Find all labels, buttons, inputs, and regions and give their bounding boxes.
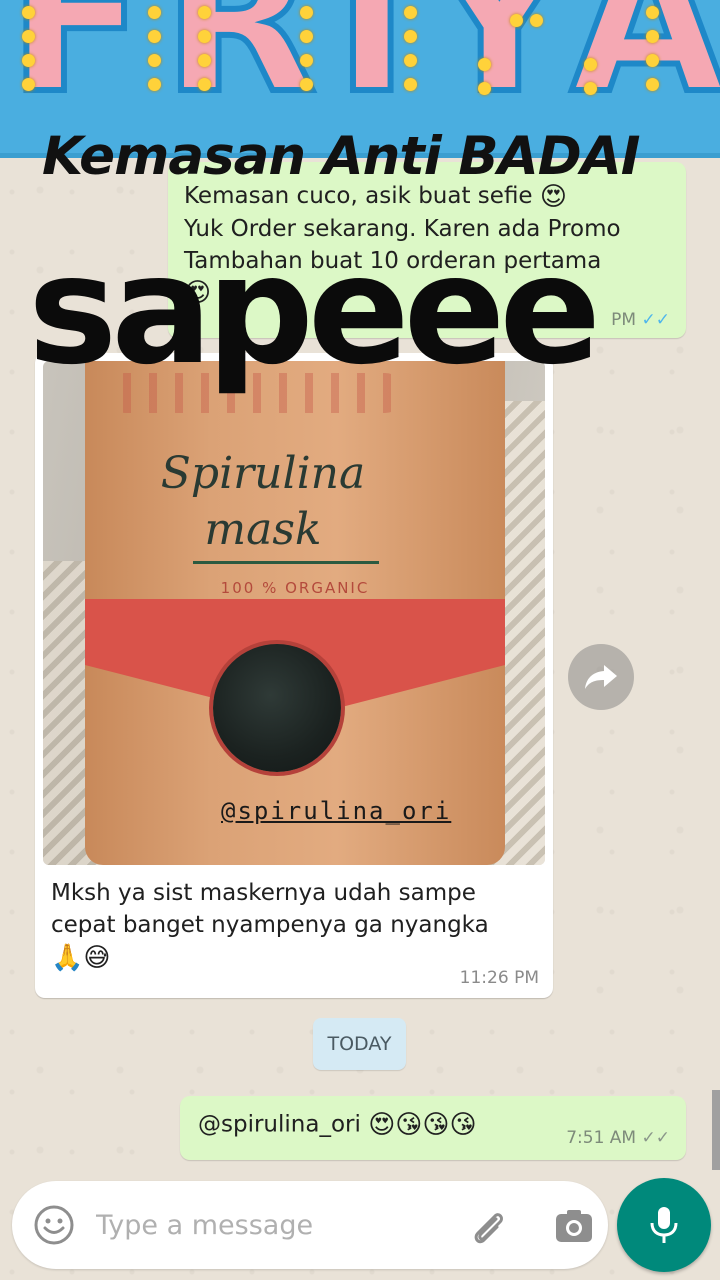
product-photo[interactable]: Spirulina mask 100 % ORGANIC @spirulina_… — [43, 361, 545, 865]
date-divider: TODAY — [313, 1018, 406, 1070]
forward-button[interactable] — [568, 644, 634, 710]
story-headline: Kemasan Anti BADAI — [42, 126, 640, 187]
photo-watermark: @spirulina_ori — [221, 797, 452, 825]
message-composer — [12, 1181, 608, 1269]
caption-line: cepat banget nyampenya ga nyangka — [51, 912, 489, 938]
delivered-receipt-icon: ✓✓ — [641, 1128, 671, 1148]
caption-emojis: 🙏😅 — [51, 942, 111, 973]
camera-icon[interactable] — [552, 1205, 596, 1249]
incoming-image-message[interactable]: Spirulina mask 100 % ORGANIC @spirulina_… — [35, 353, 553, 998]
message-input[interactable] — [96, 1201, 426, 1249]
caption-line: Mksh ya sist maskernya udah sampe — [51, 880, 476, 906]
powder-sample — [213, 644, 341, 772]
title-divider — [193, 561, 379, 564]
message-time: PM — [611, 310, 637, 330]
forward-arrow-icon — [585, 665, 617, 689]
marquee-bulbs — [0, 0, 720, 110]
message-time: 11:26 PM — [459, 968, 539, 988]
paperclip-icon[interactable] — [466, 1205, 510, 1249]
read-receipt-icon: ✓✓ — [641, 310, 671, 330]
microphone-icon — [650, 1207, 678, 1243]
message-line: @spirulina_ori 😍😘😘😘 — [198, 1110, 477, 1140]
story-big-word: sapeee — [28, 224, 601, 398]
outgoing-message-bubble[interactable]: @spirulina_ori 😍😘😘😘 7:51 AM ✓✓ — [180, 1096, 686, 1160]
message-meta: PM ✓✓ — [611, 310, 670, 330]
product-title: Spirulina mask — [160, 448, 366, 555]
smiley-face-icon[interactable] — [32, 1203, 76, 1247]
message-time: 7:51 AM — [566, 1128, 637, 1148]
message-text: @spirulina_ori — [198, 1111, 361, 1138]
image-caption: Mksh ya sist maskernya udah sampe cepat … — [51, 877, 537, 974]
message-emojis: 😍😘😘😘 — [368, 1110, 477, 1140]
message-meta: 7:51 AM ✓✓ — [566, 1128, 670, 1148]
voice-record-button[interactable] — [617, 1178, 711, 1272]
scrollbar-thumb[interactable] — [712, 1090, 720, 1170]
product-subtitle: 100 % ORGANIC — [220, 579, 370, 597]
